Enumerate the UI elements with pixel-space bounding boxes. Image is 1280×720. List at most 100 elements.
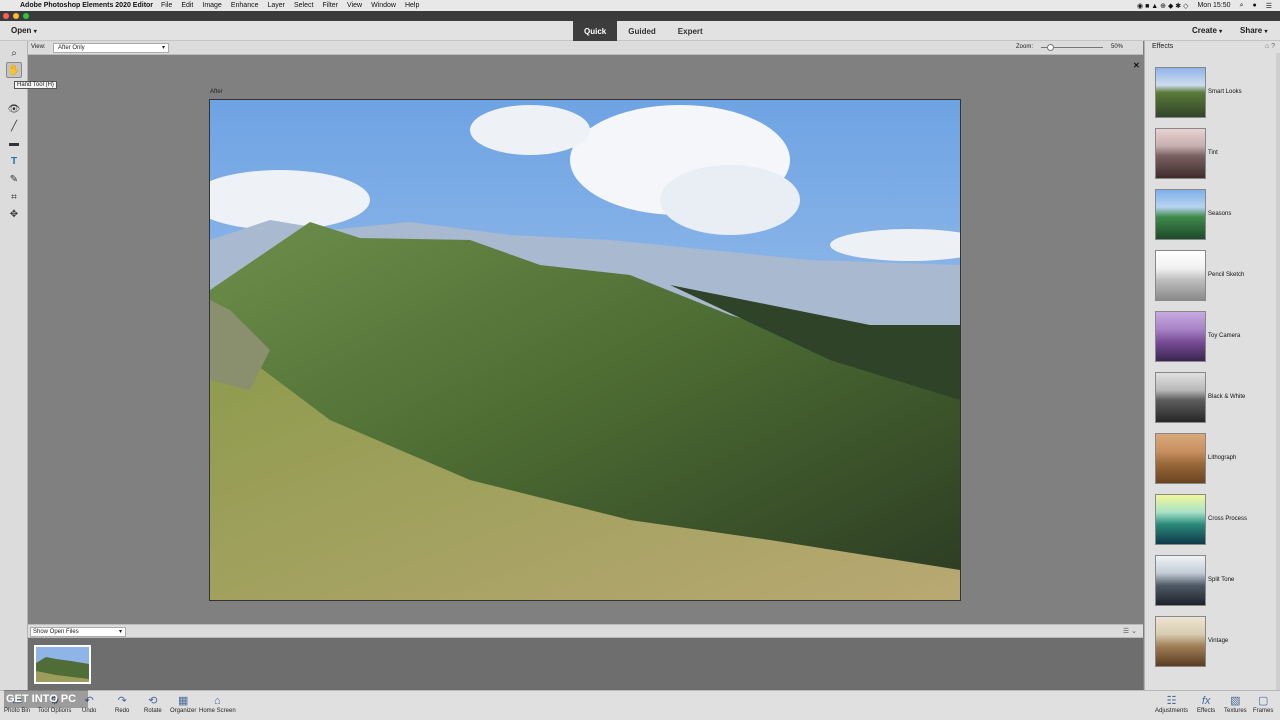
- control-center-icon[interactable]: ☰: [1266, 2, 1272, 10]
- minimize-window-button[interactable]: [13, 13, 19, 19]
- create-label: Create: [1192, 26, 1217, 35]
- effect-lithograph[interactable]: Lithograph: [1155, 433, 1265, 485]
- menu-edit[interactable]: Edit: [181, 2, 193, 9]
- effect-split-tone[interactable]: Split Tone: [1155, 555, 1265, 607]
- chevron-down-icon: ▾: [1264, 29, 1268, 35]
- tool-options-label: Tool Options: [38, 708, 72, 714]
- menu-view[interactable]: View: [347, 2, 362, 9]
- straighten-tool-icon[interactable]: ▬: [6, 135, 22, 151]
- rotate-icon: ⟲: [148, 695, 158, 707]
- app-bar: Open ▾ Quick Guided Expert Create ▾ Shar…: [0, 21, 1280, 41]
- after-label: After: [210, 89, 223, 95]
- menu-filter[interactable]: Filter: [322, 2, 338, 9]
- spotlight-icon[interactable]: ⌕: [1240, 2, 1244, 10]
- effect-thumbnail: [1155, 250, 1206, 301]
- effect-label: Cross Process: [1208, 516, 1248, 522]
- adjustments-button[interactable]: ☷ Adjustments: [1155, 694, 1188, 714]
- share-button[interactable]: Share ▾: [1240, 26, 1267, 35]
- show-open-files-select[interactable]: Show Open Files ▾: [30, 627, 126, 637]
- photo-bin-thumbnail[interactable]: [34, 645, 91, 684]
- organizer-button[interactable]: ▦ Organizer: [170, 694, 196, 714]
- panel-menu-icon[interactable]: ⌂ ?: [1265, 43, 1275, 50]
- textures-label: Textures: [1224, 708, 1247, 714]
- effect-thumbnail: [1155, 311, 1206, 362]
- menu-enhance[interactable]: Enhance: [231, 2, 259, 9]
- view-options-bar: View: After Only ▾ Zoom: 50%: [28, 41, 1143, 55]
- effect-vintage[interactable]: Vintage: [1155, 616, 1265, 668]
- spot-healing-tool-icon[interactable]: ✎: [6, 171, 22, 187]
- effects-panel: Effects ⌂ ? Smart Looks Tint Seasons Pen…: [1144, 41, 1280, 691]
- macos-menubar: Adobe Photoshop Elements 2020 Editor Fil…: [0, 0, 1280, 11]
- effect-label: Toy Camera: [1208, 333, 1241, 339]
- rotate-button[interactable]: ⟲ Rotate: [144, 694, 162, 714]
- zoom-tool-icon[interactable]: ⌕: [6, 45, 22, 61]
- effect-label: Smart Looks: [1208, 89, 1242, 95]
- effect-label: Split Tone: [1208, 577, 1235, 583]
- redo-icon: ↷: [117, 695, 127, 707]
- crop-tool-icon[interactable]: ⌗: [6, 189, 22, 205]
- organizer-icon: ▦: [177, 695, 189, 707]
- tab-guided[interactable]: Guided: [617, 21, 667, 41]
- redo-button[interactable]: ↷ Redo: [115, 694, 129, 714]
- effect-thumbnail: [1155, 494, 1206, 545]
- toolbox: ⌕ ✋ 👁 ╱ ▬ T ✎ ⌗ ✥: [0, 41, 28, 691]
- type-tool-icon[interactable]: T: [6, 153, 22, 169]
- effect-black-white[interactable]: Black & White: [1155, 372, 1265, 424]
- close-icon[interactable]: ✕: [1133, 61, 1140, 70]
- menu-help[interactable]: Help: [405, 2, 419, 9]
- photo-bin-bar: Show Open Files ▾ ☰ ⌄: [28, 624, 1143, 638]
- menu-layer[interactable]: Layer: [267, 2, 285, 9]
- effect-toy-camera[interactable]: Toy Camera: [1155, 311, 1265, 363]
- watermark: GET INTO PC: [4, 690, 88, 708]
- frames-button[interactable]: ▢ Frames: [1253, 694, 1273, 714]
- effects-scrollbar[interactable]: [1276, 53, 1280, 691]
- effect-pencil-sketch[interactable]: Pencil Sketch: [1155, 250, 1265, 302]
- create-button[interactable]: Create ▾: [1192, 26, 1222, 35]
- mode-tabs: Quick Guided Expert: [573, 21, 714, 41]
- menu-image[interactable]: Image: [202, 2, 221, 9]
- open-button[interactable]: Open ▾: [11, 26, 37, 35]
- adjustments-label: Adjustments: [1155, 708, 1189, 714]
- red-eye-tool-icon[interactable]: 👁: [6, 101, 22, 117]
- clock[interactable]: Mon 15:50: [1197, 2, 1230, 9]
- bin-options-icon[interactable]: ☰ ⌄: [1123, 627, 1137, 635]
- fx-icon: fx: [1201, 695, 1211, 707]
- zoom-slider-thumb[interactable]: [1046, 44, 1054, 51]
- effect-smart-looks[interactable]: Smart Looks: [1155, 67, 1265, 119]
- whiten-teeth-tool-icon[interactable]: ╱: [6, 118, 22, 134]
- bottom-taskbar: ▭ Photo Bin ⚙ Tool Options ↶ Undo ↷ Redo ⟲ Ro…: [0, 690, 1280, 720]
- window-titlebar: [0, 11, 1280, 21]
- zoom-value: 50%: [1111, 44, 1124, 50]
- effect-cross-process[interactable]: Cross Process: [1155, 494, 1265, 546]
- status-icons[interactable]: ◉ ■ ▲ ⊕ ◆ ✱ ◇: [1137, 2, 1188, 10]
- view-label: View:: [31, 44, 46, 50]
- move-tool-icon[interactable]: ✥: [6, 206, 22, 222]
- app-name-menu[interactable]: Adobe Photoshop Elements 2020 Editor: [20, 2, 153, 9]
- menu-select[interactable]: Select: [294, 2, 313, 9]
- textures-button[interactable]: ▧ Textures: [1224, 694, 1247, 714]
- close-window-button[interactable]: [3, 13, 9, 19]
- effect-thumbnail: [1155, 616, 1206, 667]
- effect-thumbnail: [1155, 433, 1206, 484]
- tab-quick[interactable]: Quick: [573, 21, 618, 41]
- document-image[interactable]: [209, 99, 961, 601]
- tab-expert[interactable]: Expert: [667, 21, 714, 41]
- home-icon: ⌂: [214, 695, 221, 707]
- view-select[interactable]: After Only ▾: [53, 43, 169, 53]
- chevron-down-icon: ▾: [118, 629, 122, 635]
- effect-thumbnail: [1155, 67, 1206, 118]
- chevron-down-icon: ▾: [161, 45, 165, 51]
- effects-button[interactable]: fx Effects: [1197, 694, 1215, 714]
- menu-file[interactable]: File: [161, 2, 172, 9]
- menu-window[interactable]: Window: [371, 2, 396, 9]
- effect-tint[interactable]: Tint: [1155, 128, 1265, 180]
- show-open-files-label: Show Open Files: [33, 629, 79, 635]
- zoom-window-button[interactable]: [23, 13, 29, 19]
- effect-seasons[interactable]: Seasons: [1155, 189, 1265, 241]
- home-screen-button[interactable]: ⌂ Home Screen: [199, 694, 236, 714]
- hand-tool-icon[interactable]: ✋: [6, 62, 22, 78]
- siri-icon[interactable]: ●: [1252, 2, 1256, 9]
- frames-label: Frames: [1253, 708, 1274, 714]
- effect-thumbnail: [1155, 189, 1206, 240]
- menubar-status-area: ◉ ■ ▲ ⊕ ◆ ✱ ◇ Mon 15:50 ⌕ ● ☰: [1137, 0, 1272, 11]
